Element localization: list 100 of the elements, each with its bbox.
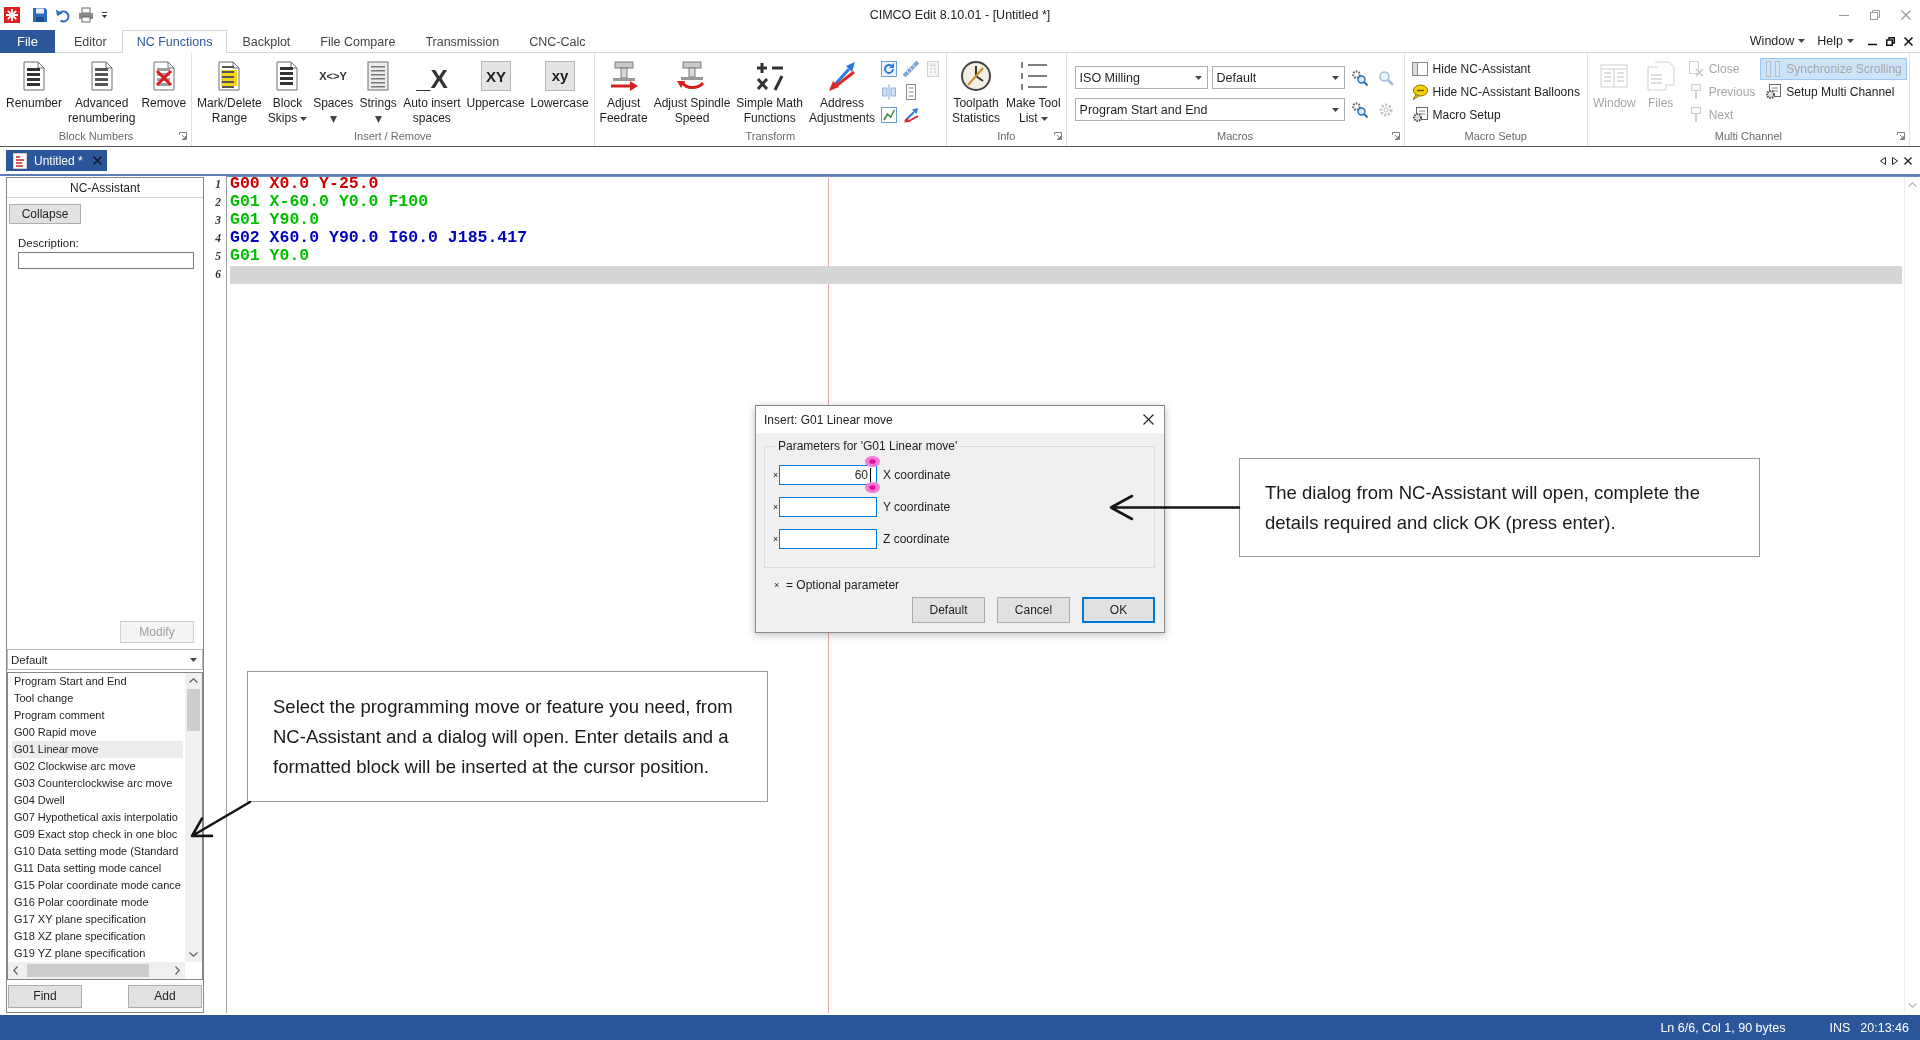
ribbon-button[interactable]: X<>Y Spaces — [310, 58, 357, 123]
selection-handle-icon[interactable] — [865, 482, 880, 493]
list-item[interactable]: Tool change — [12, 690, 183, 707]
dialog-launcher-icon[interactable] — [1896, 131, 1905, 140]
columns-icon — [1765, 61, 1782, 77]
menu-button[interactable]: Window — [1743, 30, 1812, 52]
app-logo-icon[interactable] — [4, 7, 20, 23]
customize-caret-icon[interactable] — [101, 11, 108, 19]
ribbon-button[interactable]: Address Adjustments — [806, 58, 879, 126]
ribbon-button[interactable]: Remove — [138, 58, 190, 111]
code-line: G01 Y0.0 — [230, 248, 310, 264]
ribbon-tab[interactable]: Transmission — [410, 30, 515, 53]
ribbon-button[interactable]: Toolpath Statistics — [949, 58, 1004, 126]
list-item[interactable]: G02 Clockwise arc move — [12, 758, 183, 775]
dialog-button[interactable]: Cancel — [997, 597, 1070, 623]
dialog-button[interactable]: OK — [1082, 597, 1155, 623]
list-item[interactable]: Program comment — [12, 707, 183, 724]
ribbon-button[interactable]: Mark/Delete Range — [194, 58, 265, 126]
ribbon-button[interactable]: Adjust Feedrate — [596, 58, 651, 126]
crossed-arrows-icon[interactable] — [903, 107, 920, 123]
list-item[interactable]: Program Start and End — [12, 673, 183, 690]
list-item[interactable]: G11 Data setting mode cancel — [12, 860, 183, 877]
ribbon-button[interactable]: Renumber — [3, 58, 66, 111]
list-item[interactable]: G10 Data setting mode (Standard — [12, 843, 183, 860]
dropdown-field[interactable]: ISO Milling — [1074, 66, 1208, 89]
close-icon[interactable] — [1904, 156, 1912, 165]
chevron-right-icon — [175, 966, 180, 975]
chart-icon[interactable] — [881, 107, 898, 123]
collapse-button[interactable]: Collapse — [9, 204, 81, 224]
close-icon[interactable] — [1904, 36, 1913, 46]
restore-icon[interactable] — [1886, 36, 1895, 46]
ribbon-button[interactable]: Hide NC-Assistant Balloons — [1406, 81, 1585, 103]
text-field[interactable] — [779, 497, 877, 517]
mirror-icon[interactable] — [881, 84, 898, 100]
triangle-left-icon[interactable] — [1880, 156, 1886, 165]
list-item[interactable]: G04 Dwell — [12, 792, 183, 809]
description-field[interactable] — [18, 252, 194, 269]
save-icon[interactable] — [32, 7, 48, 23]
triangle-right-icon[interactable] — [1892, 156, 1898, 165]
ribbon-button[interactable]: Hide NC-Assistant — [1406, 58, 1585, 80]
scrollbar-thumb[interactable] — [27, 964, 149, 977]
ribbon-button[interactable]: Adjust Spindle Speed — [650, 58, 734, 126]
undo-icon[interactable] — [55, 7, 71, 23]
list-item[interactable]: G03 Counterclockwise arc move — [12, 775, 183, 792]
dialog-launcher-icon[interactable] — [1053, 131, 1062, 140]
ribbon-button[interactable]: xy Lowercase — [527, 58, 592, 111]
ribbon-tab[interactable]: NC Functions — [121, 30, 228, 53]
dialog-launcher-icon[interactable] — [1391, 131, 1400, 140]
scrollbar-thumb[interactable] — [187, 689, 200, 731]
selection-handle-icon[interactable] — [865, 456, 880, 467]
line-number: 3 — [214, 213, 222, 228]
caret-icon — [1040, 116, 1048, 121]
document-icon — [12, 152, 28, 169]
list-item[interactable]: G16 Polar coordinate mode — [12, 894, 183, 911]
ribbon-tab[interactable]: CNC-Calc — [514, 30, 601, 53]
ribbon-tab[interactable]: File Compare — [305, 30, 411, 53]
list-item[interactable]: G18 XZ plane specification — [12, 928, 183, 945]
ribbon-button[interactable]: _X Auto insert spaces — [400, 58, 464, 126]
diagonal-ruler-icon[interactable] — [903, 61, 920, 77]
dropdown-field[interactable]: Program Start and End — [1074, 98, 1345, 121]
list-item[interactable]: G00 Rapid move — [12, 724, 183, 741]
vertical-scrollbar[interactable] — [185, 673, 202, 962]
group-label: Multi Channel — [1714, 129, 1782, 142]
list-item[interactable]: G09 Exact stop check in one bloc — [12, 826, 183, 843]
gear-magnifier-icon[interactable] — [1351, 101, 1368, 118]
ribbon-tab[interactable]: Backplot — [227, 30, 306, 53]
text-field[interactable]: 60 — [779, 465, 877, 485]
list-item[interactable]: G15 Polar coordinate mode cance — [12, 877, 183, 894]
category-dropdown[interactable]: Default — [7, 649, 203, 670]
horizontal-scrollbar[interactable] — [8, 962, 185, 979]
add-button[interactable]: Add — [128, 984, 202, 1008]
dialog-button[interactable]: Default — [912, 597, 985, 623]
printer-icon[interactable] — [78, 7, 94, 23]
code-line: G02 X60.0 Y90.0 I60.0 J185.417 — [230, 230, 528, 246]
rotate-icon[interactable] — [881, 61, 898, 77]
close-icon[interactable] — [1143, 414, 1154, 425]
text-field[interactable] — [779, 529, 877, 549]
ribbon-button[interactable]: Macro Setup — [1406, 104, 1585, 126]
dialog-launcher-icon[interactable] — [179, 131, 188, 140]
menu-button[interactable]: Help — [1811, 30, 1860, 52]
find-button[interactable]: Find — [8, 984, 82, 1008]
ribbon-button[interactable]: Setup Multi Channel — [1760, 81, 1907, 103]
ribbon-button[interactable]: Strings — [356, 58, 401, 123]
ribbon-button[interactable]: Advanced renumbering — [65, 58, 139, 126]
list-item[interactable]: G01 Linear move — [12, 741, 183, 758]
ribbon-button[interactable]: XY Uppercase — [463, 58, 528, 111]
caret-icon — [300, 116, 308, 121]
dropdown-field[interactable]: Default — [1211, 66, 1345, 89]
ribbon-button[interactable]: Simple Math Functions — [733, 58, 807, 126]
cursor-position: Ln 6/6, Col 1, 90 bytes — [1660, 1020, 1786, 1035]
file-tab[interactable]: File — [0, 30, 55, 53]
ribbon-tab[interactable]: Editor — [59, 30, 122, 53]
list-item[interactable]: G07 Hypothetical axis interpolatio — [12, 809, 183, 826]
list-item[interactable]: G17 XY plane specification — [12, 911, 183, 928]
ribbon-button[interactable]: Make Tool List — [1003, 58, 1064, 126]
list-item[interactable]: G19 YZ plane specification — [12, 945, 183, 962]
document-tab[interactable]: Untitled * — [6, 150, 107, 171]
group-title: Parameters for 'G01 Linear move' — [777, 439, 959, 453]
ribbon-button[interactable]: Block Skips — [264, 58, 311, 126]
gear-magnifier-icon[interactable] — [1351, 69, 1368, 86]
